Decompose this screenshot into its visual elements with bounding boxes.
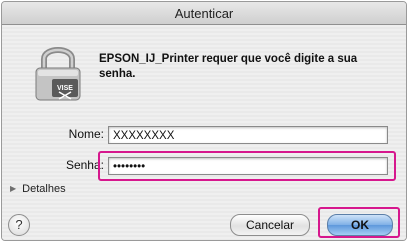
password-highlight — [98, 151, 396, 181]
title-bar: Autenticar — [2, 2, 406, 25]
lock-badge-text: VISE — [57, 85, 73, 92]
details-label: Detalhes — [22, 183, 66, 195]
password-label: Senha: — [65, 158, 104, 172]
details-disclosure[interactable]: ▶ Detalhes — [10, 183, 66, 195]
lock-icon: VISE — [35, 47, 81, 101]
help-icon: ? — [15, 217, 23, 232]
ok-highlight — [318, 207, 400, 238]
name-field[interactable]: XXXXXXXX — [108, 126, 388, 144]
window-title: Autenticar — [174, 6, 234, 21]
dialog-body: VISE EPSON_IJ_Printer requer que você di… — [2, 25, 406, 240]
cancel-button[interactable]: Cancelar — [230, 214, 310, 236]
auth-message: EPSON_IJ_Printer requer que você digite … — [99, 53, 358, 80]
disclosure-triangle-icon: ▶ — [10, 184, 17, 193]
help-button[interactable]: ? — [8, 214, 30, 236]
auth-dialog: Autenticar VISE EPSON_IJ_Printer requer … — [1, 1, 407, 241]
name-label: Nome: — [68, 127, 104, 141]
